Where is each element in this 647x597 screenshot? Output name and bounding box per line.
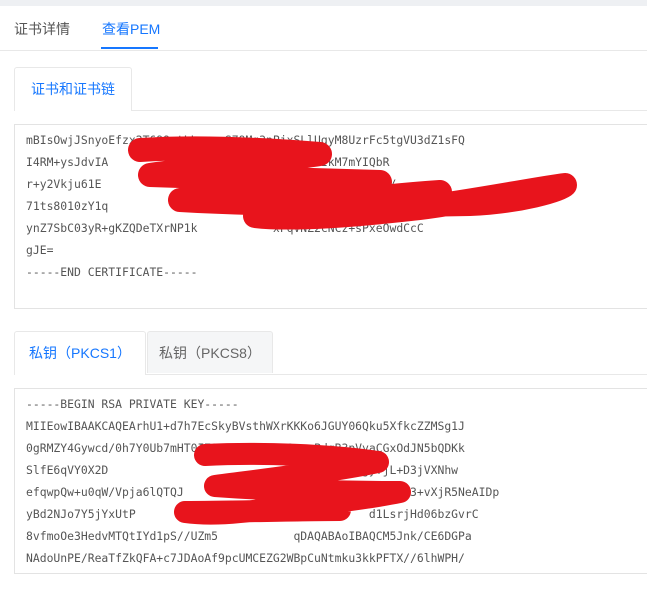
tab-cert-details[interactable]: 证书详情 (14, 20, 70, 38)
tab-private-key-pkcs8[interactable]: 私钥（PKCS8） (147, 331, 273, 373)
tab-private-key-pkcs1[interactable]: 私钥（PKCS1） (14, 331, 146, 375)
active-tab-indicator (101, 47, 158, 49)
tab-view-pem[interactable]: 查看PEM (102, 20, 160, 38)
cert-tab-bar: 证书和证书链 (14, 67, 647, 111)
main-tab-bar: 证书详情 查看PEM (0, 6, 647, 51)
key-line: MIIEowIBAAKCAQEArhU1+d7h7EcSkyBVsthWXrKK… (26, 419, 465, 433)
key-line: 0gRMZY4Gywcd/0h7Y0Ub7mHT0I70KBDm1N0KyK0+… (26, 441, 465, 455)
key-line: efqwpQw+u0qW/Vpja6lQTQJ zR0S4NU5jhUVzVwT… (26, 485, 500, 499)
key-line: 8vfmoOe3HedvMTQtIYd1pS//UZm5 qDAQABAoIBA… (26, 529, 472, 543)
cert-line: ynZ7SbC03yR+gKZQDeTXrNP1k xFqVNZ2cNCz+sP… (26, 221, 424, 235)
key-line: -----BEGIN RSA PRIVATE KEY----- (26, 397, 239, 411)
cert-line: r+y2Vkju61E 6/ (26, 177, 397, 191)
cert-pem-text: mBIsOwjJSnyoEfzx2T699ctLLrvuzS79Mg3pPjxS… (15, 125, 647, 283)
cert-line: 71ts8010zY1q jdpn+bWUxTKWaMY0qedSCkWE (26, 199, 397, 213)
tab-cert-chain[interactable]: 证书和证书链 (14, 67, 132, 111)
key-pem-text: -----BEGIN RSA PRIVATE KEY----- MIIEowIBA… (15, 389, 647, 569)
cert-pem-box[interactable]: mBIsOwjJSnyoEfzx2T699ctLLrvuzS79Mg3pPjxS… (14, 124, 647, 309)
cert-line: gJE= (26, 243, 54, 257)
cert-line: mBIsOwjJSnyoEfzx2T699ctLLrvuzS79Mg3pPjxS… (26, 133, 465, 147)
cert-line: -----END CERTIFICATE----- (26, 265, 198, 279)
key-tab-bar: 私钥（PKCS1） 私钥（PKCS8） (14, 331, 647, 375)
cert-line: I4RM+ysJdvIA eqwM3fY3WfQkRTzhIkM7mYIQbR (26, 155, 390, 169)
key-pem-box[interactable]: -----BEGIN RSA PRIVATE KEY----- MIIEowIBA… (14, 388, 647, 574)
key-line: yBd2NJo7Y5jYxUtP d1LsrjHd06bzGvrC (26, 507, 479, 521)
key-line: NAdoUnPE/ReaTfZkQFA+c7JDAoAf9pcUMCEZG2WB… (26, 551, 465, 565)
key-line: SlfE6qVY0X2D y52WauigyfjL+D3jVXNhw (26, 463, 459, 477)
